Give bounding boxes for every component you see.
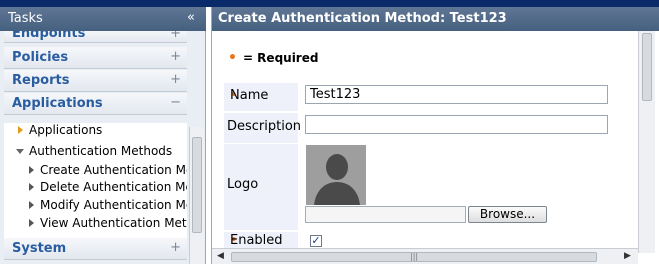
collapse-section-icon[interactable]: − xyxy=(170,95,181,110)
scroll-thumb[interactable]: ||| xyxy=(231,252,597,262)
panel-header: Create Authentication Method: Test123 xyxy=(212,7,659,31)
tree-item-label: Delete Authentication Method xyxy=(40,180,187,194)
expand-arrow-icon[interactable] xyxy=(18,126,23,134)
description-label: Description xyxy=(227,119,302,134)
create-auth-method-panel: Create Authentication Method: Test123 • =… xyxy=(211,7,659,264)
section-label: Policies xyxy=(12,50,69,65)
tree-item-create-auth-method[interactable]: Create Authentication Method xyxy=(29,163,187,177)
check-icon: ✓ xyxy=(311,234,321,247)
logo-file-input[interactable] xyxy=(305,206,466,223)
grip-icon: ||| xyxy=(410,252,419,261)
arrow-icon xyxy=(29,219,34,227)
avatar xyxy=(306,145,366,205)
section-label: Applications xyxy=(12,96,103,111)
tree-item-label: Authentication Methods xyxy=(29,144,173,158)
arrow-icon xyxy=(29,201,34,209)
tasks-panel: Tasks « Endpoints + Policies + Reports +… xyxy=(0,7,206,264)
expand-icon[interactable]: + xyxy=(170,49,181,64)
logo-label: Logo xyxy=(227,177,259,192)
required-marker: • xyxy=(228,50,237,66)
tree-item-label: Applications xyxy=(29,123,103,137)
enabled-checkbox[interactable]: ✓ xyxy=(310,235,322,247)
tree-item-auth-methods[interactable]: Authentication Methods xyxy=(16,144,172,158)
panel-title: Create Authentication Method: Test123 xyxy=(218,11,507,26)
section-applications[interactable]: Applications − xyxy=(4,93,187,115)
name-label-cell: • Name xyxy=(224,83,298,111)
scroll-right-icon[interactable]: ▶ xyxy=(624,251,631,261)
expand-icon[interactable]: + xyxy=(170,72,181,87)
section-label: Endpoints xyxy=(12,31,86,41)
section-label: Reports xyxy=(12,73,70,88)
tree-item-modify-auth-method[interactable]: Modify Authentication Method xyxy=(29,198,187,212)
arrow-icon xyxy=(29,166,34,174)
expand-icon[interactable]: + xyxy=(170,240,181,255)
tree-item-view-auth-method[interactable]: View Authentication Method xyxy=(29,216,187,230)
applications-tree: Applications Authentication Methods Crea… xyxy=(4,123,187,245)
section-reports[interactable]: Reports + xyxy=(4,70,187,92)
required-note: = Required xyxy=(242,51,319,65)
name-input[interactable]: Test123 xyxy=(305,85,608,104)
tree-item-label: View Authentication Method xyxy=(40,216,187,230)
top-edge xyxy=(0,0,659,7)
tree-item-applications[interactable]: Applications xyxy=(18,123,102,137)
description-input[interactable] xyxy=(305,115,608,134)
tree-item-label: Create Authentication Method xyxy=(40,163,187,177)
scroll-thumb[interactable] xyxy=(192,137,202,233)
logo-label-cell: Logo xyxy=(224,144,298,230)
scroll-thumb[interactable] xyxy=(642,33,652,101)
tasks-scrollbar[interactable] xyxy=(189,127,204,264)
section-label: System xyxy=(12,241,67,256)
section-endpoints[interactable]: Endpoints + xyxy=(4,31,187,43)
form-horizontal-scrollbar[interactable]: ◀ ||| ▶ xyxy=(212,248,638,264)
section-policies[interactable]: Policies + xyxy=(4,47,187,69)
tasks-title: Tasks xyxy=(8,11,43,26)
collapse-icon[interactable]: « xyxy=(187,10,195,25)
scroll-left-icon[interactable]: ◀ xyxy=(217,251,224,261)
section-system[interactable]: System + xyxy=(4,238,187,260)
description-label-cell: Description xyxy=(224,113,302,143)
tree-item-label: Modify Authentication Method xyxy=(40,198,187,212)
form-vertical-scrollbar[interactable] xyxy=(638,31,655,253)
avatar-silhouette-icon xyxy=(306,145,366,205)
arrow-icon xyxy=(29,183,34,191)
browse-button[interactable]: Browse... xyxy=(468,206,547,223)
collapse-arrow-icon[interactable] xyxy=(16,149,24,154)
expand-icon[interactable]: + xyxy=(170,31,181,41)
tree-item-delete-auth-method[interactable]: Delete Authentication Method xyxy=(29,180,187,194)
tasks-header: Tasks « xyxy=(0,7,206,31)
required-legend: • = Required xyxy=(228,50,318,66)
